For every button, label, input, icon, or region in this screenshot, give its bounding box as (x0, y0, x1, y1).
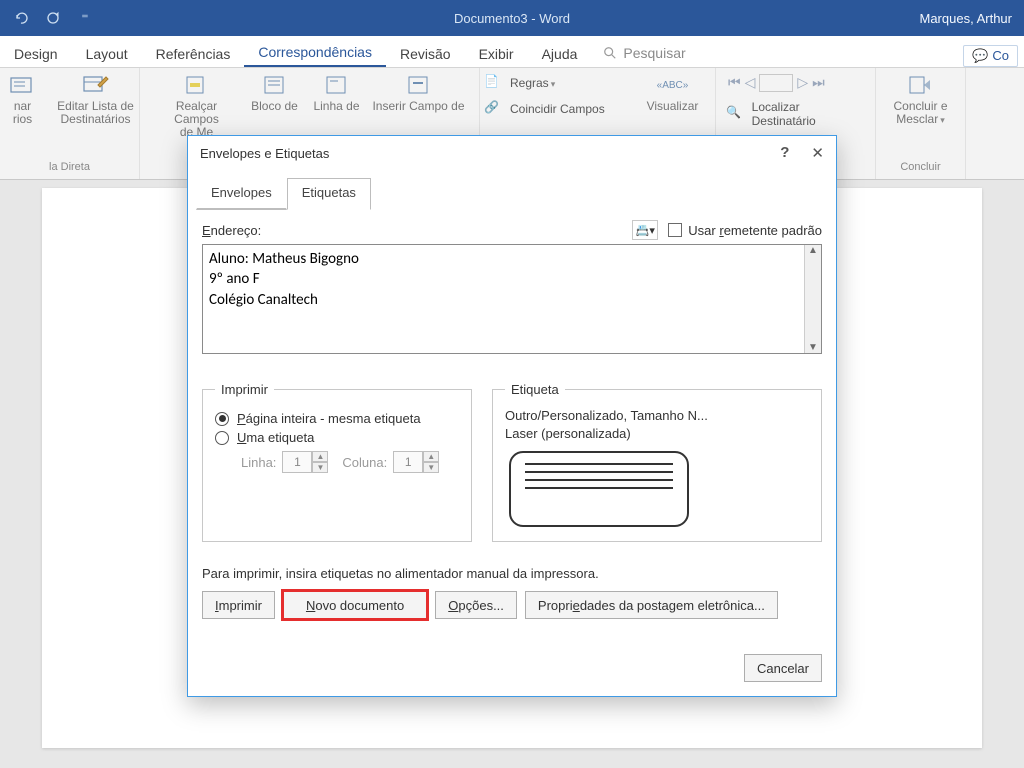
radio-icon (215, 412, 229, 426)
col-label: Coluna: (342, 455, 387, 470)
print-panel: Imprimir Página inteira - mesma etiqueta… (202, 382, 472, 542)
label-panel[interactable]: Etiqueta Outro/Personalizado, Tamanho N.… (492, 382, 822, 542)
label-desc-1: Outro/Personalizado, Tamanho N... (505, 407, 809, 425)
options-button[interactable]: Opções... (435, 591, 517, 619)
dialog-title: Envelopes e Etiquetas (200, 146, 329, 161)
radio-full-page[interactable]: Página inteira - mesma etiqueta (215, 411, 459, 426)
row-label: Linha: (241, 455, 276, 470)
label-legend: Etiqueta (505, 382, 565, 397)
cancel-button[interactable]: Cancelar (744, 654, 822, 682)
address-label: Endereço: (202, 223, 261, 238)
label-desc-2: Laser (personalizada) (505, 425, 809, 443)
printer-hint: Para imprimir, insira etiquetas no alime… (202, 566, 822, 581)
print-button[interactable]: Imprimir (202, 591, 275, 619)
new-document-button[interactable]: Novo documento (283, 591, 427, 619)
epostage-properties-button[interactable]: Propriedades da postagem eletrônica... (525, 591, 778, 619)
tab-envelopes[interactable]: Envelopes (196, 178, 287, 210)
radio-single-label[interactable]: Uma etiqueta (215, 430, 459, 445)
close-button[interactable]: ✕ (811, 144, 824, 162)
radio-icon (215, 431, 229, 445)
address-book-button[interactable]: 📇▾ (632, 220, 658, 240)
label-preview (509, 451, 689, 527)
row-spinner[interactable]: ▲▼ (282, 451, 328, 473)
use-return-address-checkbox[interactable]: Usar remetente padrão (668, 223, 822, 238)
envelopes-labels-dialog: Envelopes e Etiquetas ? ✕ Envelopes Etiq… (187, 135, 837, 697)
address-textarea[interactable] (203, 245, 804, 353)
tab-etiquetas[interactable]: Etiquetas (287, 178, 371, 210)
help-button[interactable]: ? (780, 144, 789, 162)
col-spinner[interactable]: ▲▼ (393, 451, 439, 473)
print-legend: Imprimir (215, 382, 274, 397)
textarea-scrollbar[interactable]: ▲▼ (804, 245, 821, 353)
checkbox-icon (668, 223, 682, 237)
modal-backdrop: Envelopes e Etiquetas ? ✕ Envelopes Etiq… (0, 0, 1024, 768)
